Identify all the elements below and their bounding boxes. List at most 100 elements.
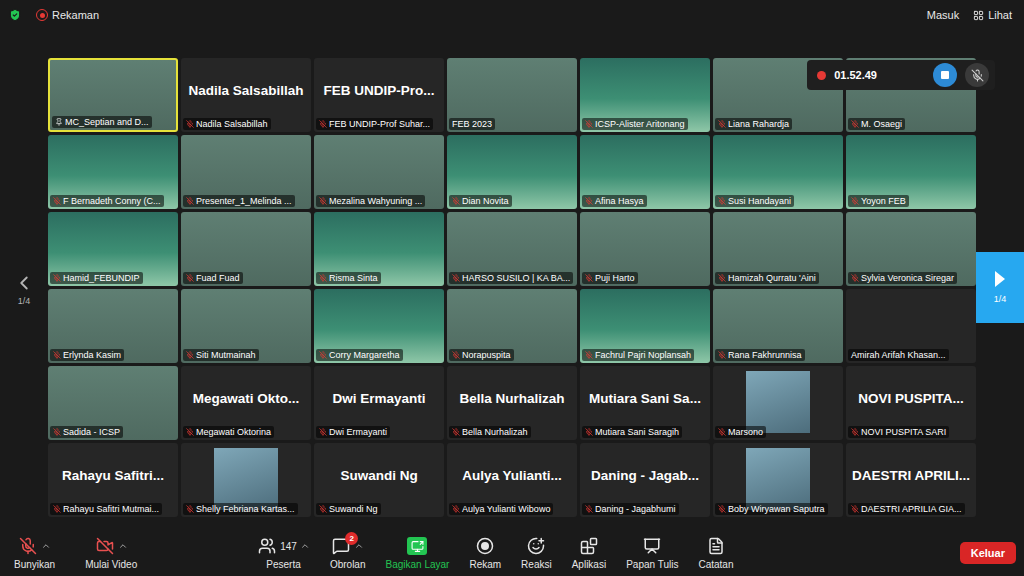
participant-tile: DAESTRI APRILI...DAESTRI APRILIA GIA...	[846, 443, 976, 517]
participant-tile: Erlynda Kasim	[48, 289, 178, 363]
participant-tile: Boby Wiryawan Saputra	[713, 443, 843, 517]
participant-tile: Shelly Febriana Kartas...	[181, 443, 311, 517]
unmute-button[interactable]: Bunyikan	[14, 536, 55, 570]
muted-microphone-icon	[585, 197, 593, 205]
muted-microphone-icon	[718, 197, 726, 205]
muted-microphone-icon	[851, 505, 859, 513]
toolbar-button[interactable]: Catatan	[698, 536, 733, 570]
participant-tile: Bella NurhalizahBella Nurhalizah	[447, 366, 577, 440]
participant-name: Megawati Okto...	[193, 391, 300, 406]
unread-badge: 2	[345, 532, 358, 545]
muted-microphone-icon	[186, 428, 194, 436]
recording-time: 01.52.49	[834, 69, 877, 81]
muted-microphone-icon	[319, 197, 327, 205]
participant-tile: Dian Novita	[447, 135, 577, 209]
participant-name: DAESTRI APRILI...	[852, 468, 970, 483]
participant-label: HARSO SUSILO | KA BA...	[449, 272, 573, 284]
toolbar-button[interactable]: 147Peserta	[257, 536, 310, 570]
participant-tile: Corry Margaretha	[314, 289, 444, 363]
participant-name: Rahayu Safitri...	[62, 468, 164, 483]
participant-label: Rana Fakhrunnisa	[715, 349, 805, 361]
view-button[interactable]: Lihat	[973, 9, 1012, 21]
next-page-button[interactable]: 1/4	[976, 252, 1024, 323]
muted-microphone-icon	[452, 274, 460, 282]
previous-page-button[interactable]: 1/4	[0, 30, 48, 530]
participant-tile: NOVI PUSPITA...NOVI PUSPITA SARI	[846, 366, 976, 440]
toolbar-button[interactable]: Bagikan Layar	[385, 536, 449, 570]
muted-microphone-icon	[718, 351, 726, 359]
apps-icon	[580, 537, 598, 555]
participant-label: Fachrul Pajri Noplansah	[582, 349, 694, 361]
muted-microphone-icon	[851, 428, 859, 436]
security-shield-icon[interactable]	[8, 8, 22, 22]
muted-microphone-icon	[718, 274, 726, 282]
participant-label: Corry Margaretha	[316, 349, 403, 361]
participant-label: Bella Nurhalizah	[449, 426, 531, 438]
profile-picture	[746, 371, 810, 433]
participants-icon	[258, 537, 276, 555]
participant-name: Aulya Yulianti...	[462, 468, 562, 483]
toolbar-button[interactable]: Papan Tulis	[626, 536, 678, 570]
muted-microphone-icon	[585, 428, 593, 436]
chevron-left-icon	[13, 272, 35, 294]
toolbar-button[interactable]: 2Obrolan	[330, 536, 366, 570]
participant-label: Nadila Salsabillah	[183, 118, 271, 130]
participant-tile: Nadila Salsabillah Nadila Salsabillah	[181, 58, 311, 132]
participant-label: ICSP-Alister Aritonang	[582, 118, 688, 130]
participant-label: F Bernadeth Conny (C...	[50, 195, 164, 207]
stop-recording-button[interactable]	[933, 63, 957, 87]
share-screen-icon	[411, 540, 424, 553]
participant-label: Shelly Febriana Kartas...	[183, 503, 298, 515]
participant-label: Sylvia Veronica Siregar	[848, 272, 957, 284]
participant-grid: MC_Septian and D...Nadila SalsabillahNad…	[48, 30, 976, 530]
muted-microphone-icon	[319, 274, 327, 282]
toolbar-button[interactable]: Reaksi	[521, 536, 552, 570]
muted-microphone-icon	[53, 428, 61, 436]
chevron-up-icon[interactable]	[118, 541, 128, 551]
muted-microphone-icon	[851, 274, 859, 282]
profile-picture	[214, 448, 278, 510]
muted-microphone-icon	[319, 428, 327, 436]
participant-name: NOVI PUSPITA...	[858, 391, 964, 406]
muted-microphone-icon	[851, 120, 859, 128]
sign-in-button[interactable]: Masuk	[927, 9, 959, 21]
participant-name: Nadila Salsabillah	[189, 83, 304, 98]
recording-icon	[36, 9, 48, 21]
profile-picture	[746, 448, 810, 510]
chevron-up-icon[interactable]	[41, 541, 51, 551]
participant-label: Hamid_FEBUNDIP	[50, 272, 143, 284]
participant-tile: Susi Handayani	[713, 135, 843, 209]
participant-label: Siti Mutmainah	[183, 349, 259, 361]
record-icon	[476, 537, 494, 555]
participant-tile: F Bernadeth Conny (C...	[48, 135, 178, 209]
muted-microphone-icon	[452, 351, 460, 359]
participant-label: Fuad Fuad	[183, 272, 243, 284]
participant-label: MC_Septian and D...	[52, 116, 152, 128]
participant-label: Yoyon FEB	[848, 195, 909, 207]
muted-microphone-icon	[718, 120, 726, 128]
recording-dot	[817, 71, 826, 80]
participant-tile: Megawati Okto...Megawati Oktorina	[181, 366, 311, 440]
participant-label: FEB UNDIP-Prof Suhar...	[316, 118, 433, 130]
participant-tile: Afina Hasya	[580, 135, 710, 209]
muted-microphone-icon	[186, 197, 194, 205]
muted-microphone-icon	[452, 197, 460, 205]
participant-name: Daning - Jagab...	[591, 468, 699, 483]
participant-tile: Risma Sinta	[314, 212, 444, 286]
muted-microphone-icon	[319, 351, 327, 359]
arrow-right-icon	[994, 270, 1006, 288]
participant-label: Norapuspita	[449, 349, 514, 361]
leave-button[interactable]: Keluar	[960, 542, 1016, 564]
toolbar-button[interactable]: Rekam	[469, 536, 501, 570]
recording-indicator: Rekaman	[36, 9, 99, 21]
participant-name: FEB UNDIP-Pro...	[323, 83, 434, 98]
mute-button[interactable]	[965, 63, 989, 87]
start-video-button[interactable]: Mulai Video	[85, 536, 137, 570]
microphone-off-icon	[19, 537, 37, 555]
toolbar-button[interactable]: Aplikasi	[572, 536, 606, 570]
participant-tile: Hamizah Qurratu 'Aini	[713, 212, 843, 286]
participant-tile: MC_Septian and D...	[48, 58, 178, 132]
muted-microphone-icon	[452, 505, 460, 513]
chevron-up-icon[interactable]	[300, 541, 310, 551]
notes-icon	[707, 537, 725, 555]
